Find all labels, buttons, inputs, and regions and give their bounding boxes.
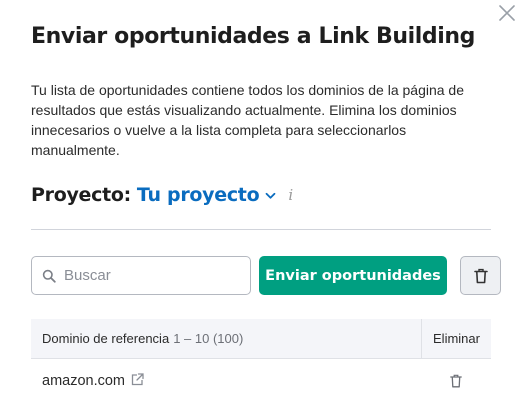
column-header-domain: Dominio de referencia 1 – 10 (100)	[42, 331, 244, 346]
domain-text: amazon.com	[42, 373, 126, 389]
divider	[31, 229, 491, 230]
domain-range: 1 – 10 (100)	[173, 331, 244, 346]
send-opportunities-button[interactable]: Enviar oportunidades	[259, 256, 447, 295]
chevron-down-icon[interactable]	[265, 187, 276, 205]
delete-all-button[interactable]	[460, 256, 501, 295]
project-selector-row: Proyecto: Tu proyecto i	[31, 182, 293, 208]
close-icon[interactable]	[497, 3, 517, 23]
column-header-delete: Eliminar	[421, 318, 491, 359]
table-row: amazon.com	[31, 360, 491, 402]
trash-icon	[473, 268, 488, 283]
trash-icon	[450, 374, 462, 388]
dialog-description: Tu lista de oportunidades contiene todos…	[31, 82, 464, 158]
project-dropdown[interactable]: Tu proyecto	[137, 184, 260, 206]
row-delete-button[interactable]	[421, 374, 491, 388]
search-icon	[42, 269, 56, 283]
domain-cell: amazon.com	[31, 372, 421, 390]
search-input[interactable]	[64, 267, 234, 284]
table-header: Dominio de referencia 1 – 10 (100) Elimin…	[31, 318, 491, 359]
info-icon[interactable]: i	[288, 186, 293, 204]
send-opportunities-dialog: Enviar oportunidades a Link Building Tu …	[0, 0, 520, 402]
external-link-icon[interactable]	[131, 372, 144, 390]
dialog-title: Enviar oportunidades a Link Building	[31, 24, 475, 49]
search-field[interactable]	[31, 256, 251, 295]
project-label: Proyecto:	[31, 184, 131, 206]
